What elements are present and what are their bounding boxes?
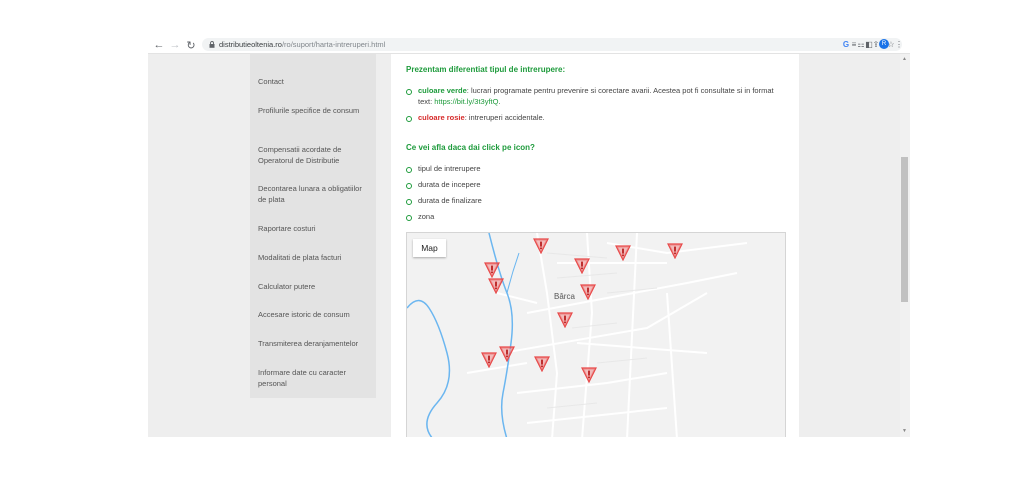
url-text: distributieoltenia.ro/ro/suport/harta-in…: [219, 40, 386, 49]
click-info-heading: Ce vei afla daca dai click pe icon?: [406, 143, 535, 152]
bullet-icon: [406, 89, 412, 95]
bullet-icon: [406, 167, 412, 173]
map-type-button[interactable]: Map: [413, 239, 446, 257]
sidebar-item-raportare[interactable]: Raportare costuri: [258, 223, 370, 234]
info-item: zona: [418, 212, 435, 221]
info-item: durata de finalizare: [418, 196, 482, 205]
scrollbar-thumb[interactable]: [901, 157, 908, 302]
back-icon[interactable]: ←: [151, 38, 167, 52]
sidebar-item-date-personale[interactable]: Informare date cu caracter personal: [258, 367, 370, 389]
map-roads: [407, 233, 748, 437]
sidebar-item-istoric[interactable]: Accesare istoric de consum: [258, 309, 370, 320]
legend-red-text: culoare rosie: intreruperi accidentale.: [418, 113, 545, 122]
interruption-types-heading: Prezentam diferentiat tipul de intrerupe…: [406, 65, 566, 74]
outage-marker-icon[interactable]: [481, 352, 497, 369]
sidebar-item-deranjamente[interactable]: Transmiterea deranjamentelor: [258, 338, 370, 349]
reload-icon[interactable]: ↻: [183, 38, 199, 52]
outage-marker-icon[interactable]: [534, 356, 550, 373]
legend-red-label: culoare rosie: [418, 113, 465, 122]
profile-avatar[interactable]: R: [879, 39, 889, 49]
outage-marker-icon[interactable]: [615, 245, 631, 262]
scroll-down-arrow-icon[interactable]: ▼: [901, 429, 908, 434]
interruptions-map[interactable]: Map Bârca: [406, 232, 786, 437]
sidebar-item-modalitati[interactable]: Modalitati de plata facturi: [258, 252, 370, 263]
reading-list-icon[interactable]: ≡: [849, 39, 859, 49]
sidebar-item-contact[interactable]: Contact: [258, 76, 370, 87]
outage-marker-icon[interactable]: [667, 243, 683, 260]
bullet-icon: [406, 116, 412, 122]
main-content: Prezentam diferentiat tipul de intrerupe…: [391, 54, 799, 437]
outage-marker-icon[interactable]: [499, 346, 515, 363]
info-item: tipul de intrerupere: [418, 164, 481, 173]
bullet-icon: [406, 183, 412, 189]
legend-green-text: culoare verde: lucrari programate pentru…: [418, 86, 774, 106]
bullet-icon: [406, 215, 412, 221]
outage-marker-icon[interactable]: [533, 238, 549, 255]
menu-kebab-icon[interactable]: ⋮: [894, 39, 904, 49]
side-panel-icon[interactable]: ◧: [864, 39, 874, 49]
bullet-icon: [406, 199, 412, 205]
scroll-up-arrow-icon[interactable]: ▲: [901, 57, 908, 62]
lock-icon: [207, 40, 217, 50]
outage-marker-icon[interactable]: [484, 262, 500, 279]
sidebar: Contact Profilurile specifice de consum …: [250, 54, 376, 398]
address-bar[interactable]: distributieoltenia.ro/ro/suport/harta-in…: [202, 38, 902, 51]
sidebar-item-calculator[interactable]: Calculator putere: [258, 281, 370, 292]
sidebar-item-compensatii[interactable]: Compensatii acordate de Operatorul de Di…: [258, 144, 370, 166]
legend-green-link[interactable]: https://bit.ly/3t3yftQ: [434, 97, 498, 106]
page-viewport: Contact Profilurile specifice de consum …: [148, 54, 910, 437]
forward-icon[interactable]: →: [167, 38, 183, 52]
browser-toolbar: ← → ↻ distributieoltenia.ro/ro/suport/ha…: [148, 37, 910, 54]
outage-marker-icon[interactable]: [488, 278, 504, 295]
info-item: durata de incepere: [418, 180, 481, 189]
outage-marker-icon[interactable]: [580, 284, 596, 301]
sidebar-item-decontare[interactable]: Decontarea lunara a obligatiilor de plat…: [258, 183, 370, 205]
browser-right-actions: ≡ ◧ R ⋮: [849, 39, 904, 49]
legend-green-label: culoare verde: [418, 86, 467, 95]
sidebar-item-profiluri[interactable]: Profilurile specifice de consum: [258, 105, 370, 116]
town-label: Bârca: [554, 292, 575, 301]
outage-marker-icon[interactable]: [574, 258, 590, 275]
outage-marker-icon[interactable]: [581, 367, 597, 384]
outage-marker-icon[interactable]: [557, 312, 573, 329]
